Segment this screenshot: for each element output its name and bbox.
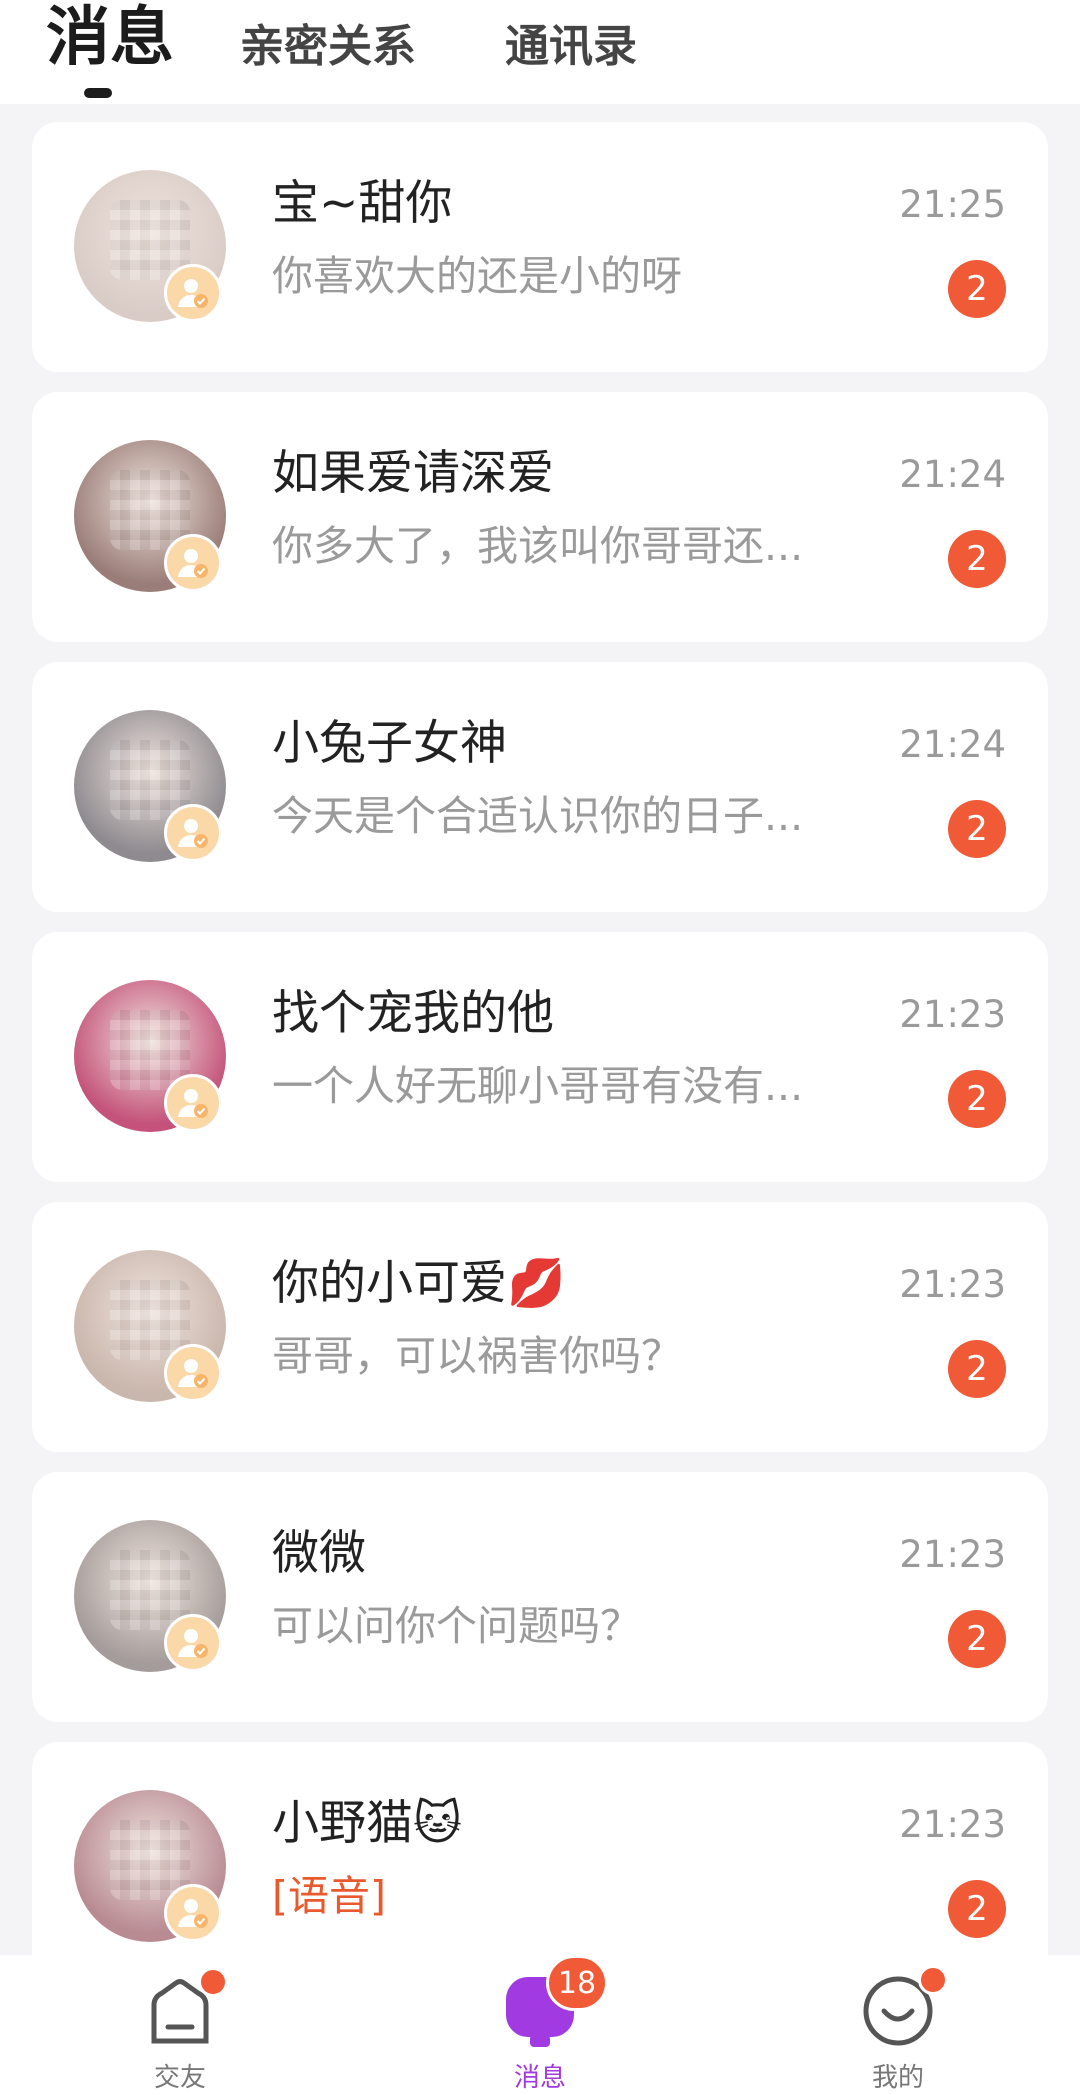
- verified-badge-icon: [164, 1614, 222, 1672]
- contact-name: 如果爱请深爱: [272, 446, 554, 501]
- nav-item-friends[interactable]: 交友: [80, 1955, 280, 2095]
- message-time: 21:24: [899, 723, 1006, 766]
- unread-count-badge: 2: [948, 1340, 1006, 1398]
- contact-name: 宝~甜你: [272, 176, 453, 231]
- conversation-item[interactable]: 找个宠我的他 一个人好无聊小哥哥有没有... 21:23 2: [32, 932, 1048, 1182]
- message-preview: 你多大了，我该叫你哥哥还...: [272, 522, 804, 570]
- unread-count-badge: 2: [948, 1610, 1006, 1668]
- contact-name: 小野猫🐱: [272, 1796, 462, 1851]
- verified-badge-icon: [164, 804, 222, 862]
- message-time: 21:23: [899, 993, 1006, 1036]
- message-time: 21:25: [899, 183, 1006, 226]
- message-time: 21:23: [899, 1533, 1006, 1576]
- nav-label: 消息: [513, 2063, 566, 2093]
- unread-count-badge: 2: [948, 260, 1006, 318]
- conversation-item[interactable]: 如果爱请深爱 你多大了，我该叫你哥哥还... 21:24 2: [32, 392, 1048, 642]
- contact-name: 你的小可爱💋: [272, 1256, 566, 1311]
- message-time: 21:24: [899, 453, 1006, 496]
- unread-count-badge: 2: [948, 1880, 1006, 1938]
- contact-name: 找个宠我的他: [272, 986, 554, 1041]
- verified-badge-icon: [164, 1884, 222, 1942]
- contact-name: 微微: [272, 1526, 366, 1581]
- message-time: 21:23: [899, 1263, 1006, 1306]
- bottom-navigation: 交友 18 消息 我的: [0, 1955, 1080, 2095]
- verified-badge-icon: [164, 264, 222, 322]
- verified-badge-icon: [164, 534, 222, 592]
- notification-dot: [918, 1965, 948, 1995]
- unread-count-badge: 2: [948, 1070, 1006, 1128]
- message-preview: 你喜欢大的还是小的呀: [272, 252, 682, 300]
- notification-dot: [198, 1967, 228, 1997]
- verified-badge-icon: [164, 1074, 222, 1132]
- top-tab-bar: 消息 亲密关系 通讯录: [0, 0, 1080, 104]
- tab-messages[interactable]: 消息: [46, 0, 174, 76]
- nav-label: 我的: [871, 2063, 924, 2093]
- message-preview: 可以问你个问题吗？: [272, 1602, 641, 1650]
- voice-message-preview: [语音]: [272, 1872, 386, 1920]
- nav-label: 交友: [153, 2063, 206, 2093]
- contact-name: 小兔子女神: [272, 716, 507, 771]
- conversation-item[interactable]: 小兔子女神 今天是个合适认识你的日子... 21:24 2: [32, 662, 1048, 912]
- message-preview: 一个人好无聊小哥哥有没有...: [272, 1062, 804, 1110]
- tab-intimate-relations[interactable]: 亲密关系: [240, 20, 416, 74]
- message-preview: 哥哥，可以祸害你吗？: [272, 1332, 682, 1380]
- conversation-item[interactable]: 宝~甜你 你喜欢大的还是小的呀 21:25 2: [32, 122, 1048, 372]
- active-tab-indicator: [84, 88, 112, 98]
- message-time: 21:23: [899, 1803, 1006, 1846]
- unread-count-badge: 2: [948, 800, 1006, 858]
- nav-item-me[interactable]: 我的: [798, 1955, 998, 2095]
- unread-total-badge: 18: [546, 1955, 608, 2011]
- conversation-item[interactable]: 你的小可爱💋 哥哥，可以祸害你吗？ 21:23 2: [32, 1202, 1048, 1452]
- message-preview: 今天是个合适认识你的日子...: [272, 792, 804, 840]
- unread-count-badge: 2: [948, 530, 1006, 588]
- conversation-item[interactable]: 微微 可以问你个问题吗？ 21:23 2: [32, 1472, 1048, 1722]
- verified-badge-icon: [164, 1344, 222, 1402]
- tab-contacts[interactable]: 通讯录: [505, 20, 637, 74]
- nav-item-messages[interactable]: 18 消息: [440, 1955, 640, 2095]
